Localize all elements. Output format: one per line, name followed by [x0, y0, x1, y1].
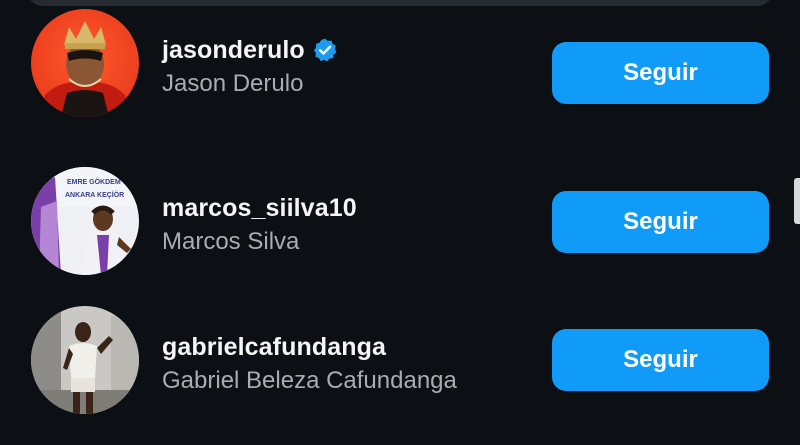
full-name: Gabriel Beleza Cafundanga [162, 367, 457, 394]
avatar[interactable] [31, 306, 139, 414]
follow-button[interactable]: Seguir [552, 329, 769, 391]
username[interactable]: gabrielcafundanga [162, 333, 386, 362]
verified-badge-icon [313, 38, 337, 62]
avatar-photo: EMRE GÖKDEM ANKARA KEÇİÖR [31, 167, 139, 275]
full-name: Marcos Silva [162, 228, 300, 255]
banner-text-2: ANKARA KEÇİÖR [65, 190, 124, 199]
follow-button[interactable]: Seguir [552, 191, 769, 253]
username[interactable]: marcos_siilva10 [162, 194, 357, 223]
suggestions-screen: jasonderulo Jason Derulo Seguir EMRE GÖK… [0, 0, 800, 445]
scrollbar[interactable] [794, 178, 800, 224]
avatar[interactable]: EMRE GÖKDEM ANKARA KEÇİÖR [31, 167, 139, 275]
list-item[interactable]: jasonderulo Jason Derulo Seguir [0, 0, 800, 120]
username[interactable]: jasonderulo [162, 36, 305, 65]
follow-button[interactable]: Seguir [552, 42, 769, 104]
avatar-photo [31, 306, 139, 414]
list-item[interactable]: EMRE GÖKDEM ANKARA KEÇİÖR marcos_siilva1… [0, 158, 800, 278]
full-name: Jason Derulo [162, 70, 304, 97]
avatar-photo [31, 9, 139, 117]
list-item[interactable]: gabrielcafundanga Gabriel Beleza Cafunda… [0, 297, 800, 417]
banner-text-1: EMRE GÖKDEM [67, 177, 121, 186]
avatar[interactable] [31, 9, 139, 117]
